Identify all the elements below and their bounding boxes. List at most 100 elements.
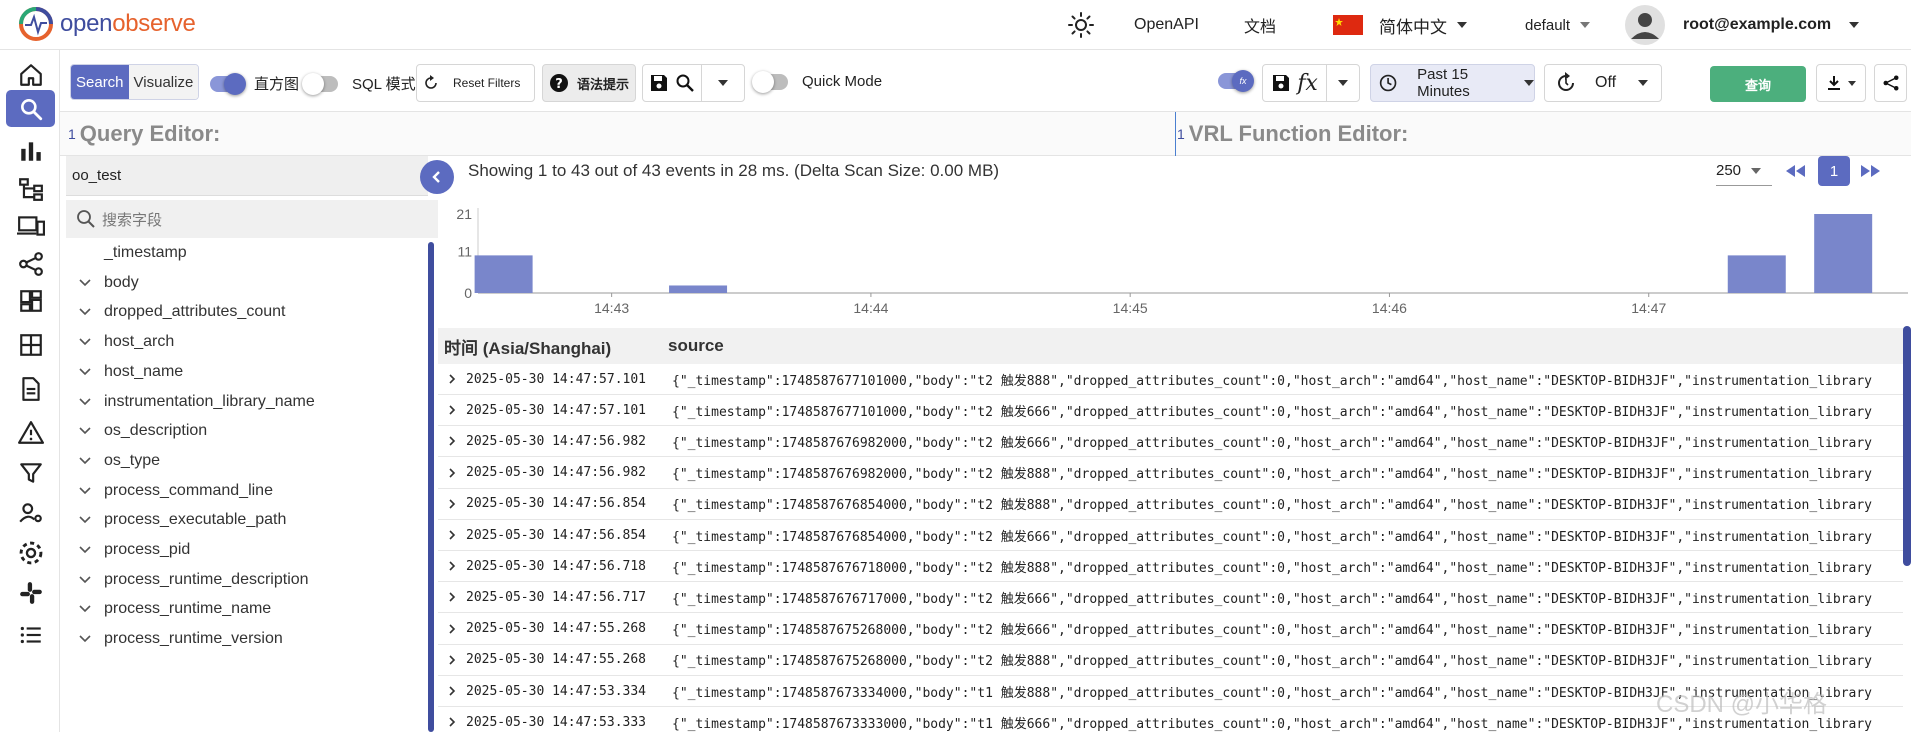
nav-reports[interactable] <box>6 370 55 407</box>
field-item[interactable]: process_executable_path <box>60 505 432 535</box>
nav-more[interactable] <box>6 616 55 653</box>
table-row[interactable]: 2025-05-30 14:47:56.982 {"_timestamp":174… <box>438 458 1903 489</box>
field-item[interactable]: process_pid <box>60 535 432 565</box>
table-row[interactable]: 2025-05-30 14:47:55.268 {"_timestamp":174… <box>438 614 1903 645</box>
org-select[interactable]: default <box>1525 0 1591 50</box>
field-item[interactable]: body <box>60 268 432 298</box>
expand-row-icon[interactable] <box>438 561 466 571</box>
table-row[interactable]: 2025-05-30 14:47:56.854 {"_timestamp":174… <box>438 489 1903 520</box>
sql-mode-switch[interactable] <box>302 72 338 95</box>
chevron-down-icon[interactable] <box>60 605 96 613</box>
column-header-source[interactable]: source <box>668 336 724 356</box>
quick-mode-toggle[interactable]: Quick Mode <box>752 70 882 93</box>
table-row[interactable]: 2025-05-30 14:47:56.982 {"_timestamp":174… <box>438 426 1903 458</box>
expand-row-icon[interactable] <box>438 530 466 540</box>
chevron-down-icon[interactable] <box>60 308 96 316</box>
field-search-input[interactable]: 搜索字段 <box>66 200 438 238</box>
table-row[interactable]: 2025-05-30 14:47:56.718 {"_timestamp":174… <box>438 551 1903 583</box>
saved-views-dropdown[interactable] <box>702 65 744 101</box>
auto-refresh-select[interactable]: Off <box>1544 64 1662 102</box>
chevron-down-icon[interactable] <box>60 576 96 584</box>
function-dropdown[interactable] <box>1327 65 1359 101</box>
chevron-down-icon[interactable] <box>60 397 96 406</box>
chevron-down-icon[interactable] <box>60 546 96 554</box>
field-item[interactable]: instrumentation_library_name <box>60 387 432 417</box>
table-row[interactable]: 2025-05-30 14:47:57.101 {"_timestamp":174… <box>438 364 1903 395</box>
run-query-button[interactable]: 查询 <box>1710 66 1806 102</box>
expand-row-icon[interactable] <box>438 499 466 509</box>
expand-row-icon[interactable] <box>438 468 466 478</box>
openobserve-logo[interactable]: openobserve <box>18 6 196 42</box>
openapi-link[interactable]: OpenAPI <box>1134 0 1199 50</box>
docs-link[interactable]: 文档 <box>1244 0 1276 50</box>
tab-visualize[interactable]: Visualize <box>128 65 199 99</box>
table-row[interactable]: 2025-05-30 14:47:55.268 {"_timestamp":174… <box>438 645 1903 676</box>
nav-streams[interactable] <box>6 326 55 363</box>
nav-alerts[interactable] <box>6 414 55 451</box>
chevron-down-icon[interactable] <box>60 279 96 287</box>
nav-logs[interactable] <box>6 90 55 127</box>
field-item[interactable]: dropped_attributes_count <box>60 297 432 327</box>
page-1-button[interactable]: 1 <box>1818 156 1850 186</box>
theme-toggle-button[interactable] <box>1068 0 1094 50</box>
table-row[interactable]: 2025-05-30 14:47:57.101 {"_timestamp":174… <box>438 395 1903 427</box>
page-size-select[interactable]: 250 <box>1716 156 1772 186</box>
expand-row-icon[interactable] <box>438 592 466 602</box>
table-row[interactable]: 2025-05-30 14:47:56.854 {"_timestamp":174… <box>438 520 1903 551</box>
quick-mode-switch[interactable] <box>752 70 788 93</box>
nav-filters[interactable] <box>6 454 55 491</box>
nav-rum[interactable] <box>6 207 55 244</box>
chevron-down-icon[interactable] <box>60 457 96 465</box>
expand-row-icon[interactable] <box>438 405 466 415</box>
nav-pipelines[interactable] <box>6 245 55 282</box>
expand-row-icon[interactable] <box>438 436 466 446</box>
chevron-down-icon[interactable] <box>60 427 96 435</box>
results-scrollbar[interactable] <box>1903 326 1911 566</box>
sql-mode-toggle[interactable]: SQL 模式 <box>302 72 416 95</box>
first-page-icon[interactable] <box>1784 163 1808 179</box>
field-item[interactable]: os_type <box>60 446 432 476</box>
expand-row-icon[interactable] <box>438 686 466 696</box>
save-function-button[interactable]: fx <box>1263 65 1327 101</box>
language-select[interactable]: 简体中文 <box>1333 0 1467 50</box>
field-item[interactable]: os_description <box>60 416 432 446</box>
vrl-function-editor[interactable]: 1 VRL Function Editor: <box>1177 112 1408 156</box>
nav-settings[interactable] <box>6 534 55 571</box>
download-button[interactable] <box>1816 64 1866 102</box>
field-list-scrollbar[interactable] <box>428 242 434 732</box>
nav-iam[interactable] <box>6 494 55 531</box>
expand-row-icon[interactable] <box>438 655 466 665</box>
table-row[interactable]: 2025-05-30 14:47:56.717 {"_timestamp":174… <box>438 582 1903 614</box>
field-item[interactable]: process_runtime_description <box>60 565 432 595</box>
chevron-down-icon[interactable] <box>60 338 96 346</box>
histogram-switch[interactable] <box>210 72 246 95</box>
expand-row-icon[interactable] <box>438 717 466 727</box>
stream-select[interactable]: oo_test <box>66 156 434 196</box>
query-editor[interactable]: 1 Query Editor: <box>68 112 220 156</box>
date-time-picker[interactable]: Past 15 Minutes <box>1370 64 1535 102</box>
function-editor-toggle[interactable]: fx <box>1218 70 1254 92</box>
nav-slack[interactable] <box>6 574 55 611</box>
field-item[interactable]: process_command_line <box>60 476 432 506</box>
chevron-down-icon[interactable] <box>60 516 96 524</box>
tab-search[interactable]: Search <box>71 65 129 99</box>
last-page-icon[interactable] <box>1858 163 1882 179</box>
field-item[interactable]: _timestamp <box>60 238 432 268</box>
share-link-button[interactable] <box>1874 64 1907 102</box>
chevron-down-icon[interactable] <box>60 368 96 376</box>
saved-views-button[interactable] <box>643 65 703 101</box>
expand-row-icon[interactable] <box>438 374 466 384</box>
nav-traces[interactable] <box>6 170 55 207</box>
field-item[interactable]: host_name <box>60 357 432 387</box>
syntax-hint-button[interactable]: ? 语法提示 <box>542 64 636 102</box>
nav-dashboards[interactable] <box>6 282 55 319</box>
function-editor-switch[interactable]: fx <box>1218 70 1254 92</box>
chevron-down-icon[interactable] <box>60 635 96 643</box>
field-item[interactable]: process_runtime_version <box>60 624 432 654</box>
chevron-down-icon[interactable] <box>60 487 96 495</box>
histogram-toggle[interactable]: 直方图 <box>210 72 299 95</box>
user-menu[interactable]: root@example.com <box>1625 0 1860 50</box>
collapse-field-panel-button[interactable] <box>420 160 454 194</box>
field-item[interactable]: process_runtime_name <box>60 594 432 624</box>
editor-splitter[interactable] <box>1175 112 1176 156</box>
